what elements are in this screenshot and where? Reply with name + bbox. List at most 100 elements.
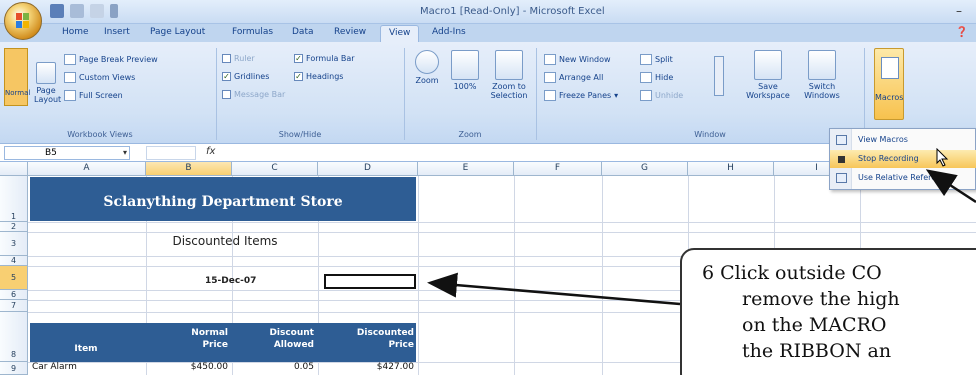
view-side-by-side-icon[interactable] — [714, 56, 724, 96]
table-cell-discount[interactable]: 0.05 — [236, 362, 314, 372]
page-break-label: Page Break Preview — [79, 55, 158, 64]
column-header[interactable]: F — [514, 162, 602, 176]
page-break-preview-button[interactable]: Page Break Preview — [64, 54, 158, 65]
menu-item-view-macros[interactable]: View Macros — [830, 131, 976, 149]
date-cell[interactable]: 15-Dec-07 — [205, 276, 256, 286]
split-icon — [640, 54, 652, 65]
switch-windows-button[interactable]: Switch Windows — [800, 50, 844, 100]
full-screen-icon — [64, 90, 76, 101]
callout-line-1: 6 Click outside CO — [702, 262, 882, 284]
discount-allowed-header-line1: Discount — [269, 328, 314, 338]
page-layout-view-button[interactable]: Page Layout — [34, 62, 61, 104]
switch-windows-icon — [808, 50, 836, 80]
tab-page-layout[interactable]: Page Layout — [150, 27, 205, 37]
mouse-pointer-icon — [936, 148, 949, 167]
store-name-banner: Sclanything Department Store — [30, 177, 416, 221]
row-header[interactable]: 9 — [0, 362, 28, 375]
freeze-panes-icon — [544, 90, 556, 101]
row-header[interactable]: 4 — [0, 256, 28, 266]
tab-add-ins[interactable]: Add-Ins — [432, 27, 466, 37]
message-bar-checkbox[interactable]: Message Bar — [222, 90, 285, 99]
new-window-icon — [544, 54, 556, 65]
full-screen-button[interactable]: Full Screen — [64, 90, 123, 101]
macros-dropdown-menu: View Macros Stop Recording Use Relative … — [829, 128, 976, 190]
gridlines-label: Gridlines — [234, 72, 270, 81]
message-bar-label: Message Bar — [234, 90, 286, 99]
help-icon[interactable]: ❓ — [956, 27, 968, 38]
unhide-icon — [640, 90, 652, 101]
minimize-icon[interactable]: – — [956, 4, 962, 18]
row-header[interactable]: 2 — [0, 222, 28, 232]
formula-bar-label: Formula Bar — [306, 54, 355, 63]
custom-views-label: Custom Views — [79, 73, 136, 82]
table-cell-normal-price[interactable]: $450.00 — [150, 362, 228, 372]
custom-views-button[interactable]: Custom Views — [64, 72, 135, 83]
customize-qat-icon[interactable] — [110, 4, 118, 18]
column-header[interactable]: A — [28, 162, 146, 176]
column-header[interactable]: H — [688, 162, 774, 176]
zoom-100-button[interactable]: 100% — [448, 50, 482, 91]
column-header[interactable]: C — [232, 162, 318, 176]
macros-button[interactable]: Macros — [874, 48, 904, 120]
tab-review[interactable]: Review — [334, 27, 366, 37]
gridline — [418, 176, 419, 375]
page-layout-icon — [36, 62, 56, 84]
tab-view[interactable]: View — [380, 25, 420, 42]
menu-item-relative-references[interactable]: Use Relative References — [830, 169, 976, 187]
group-separator — [864, 48, 865, 140]
normal-view-button[interactable]: Normal — [4, 48, 31, 106]
column-header[interactable]: E — [418, 162, 514, 176]
switch-windows-label: Switch Windows — [804, 82, 840, 100]
formula-bar-checkbox[interactable]: ✓ Formula Bar — [294, 54, 355, 63]
gridlines-checkbox[interactable]: ✓ Gridlines — [222, 72, 269, 81]
save-workspace-button[interactable]: Save Workspace — [746, 50, 790, 100]
column-header[interactable]: D — [318, 162, 418, 176]
undo-icon[interactable] — [70, 4, 84, 18]
callout-line-4: the RIBBON an — [742, 340, 892, 362]
fx-icon[interactable]: fx — [206, 146, 215, 157]
zoom-100-label: 100% — [453, 82, 477, 91]
select-all-corner[interactable] — [0, 162, 28, 176]
redo-icon[interactable] — [90, 4, 104, 18]
chevron-down-icon: ▾ — [122, 148, 127, 157]
stop-recording-icon — [838, 156, 845, 163]
unhide-button[interactable]: Unhide — [640, 90, 683, 101]
zoom-to-selection-button[interactable]: Zoom to Selection — [488, 50, 530, 100]
new-window-button[interactable]: New Window — [544, 54, 611, 65]
save-icon[interactable] — [50, 4, 64, 18]
normal-view-label: Normal — [5, 89, 31, 97]
row-header[interactable]: 8 — [0, 312, 28, 362]
ruler-checkbox[interactable]: Ruler — [222, 54, 255, 63]
name-box[interactable]: B5 ▾ — [4, 146, 130, 160]
table-cell-item[interactable]: Car Alarm — [32, 362, 77, 372]
window-title: Macro1 [Read-Only] - Microsoft Excel — [420, 6, 605, 17]
column-header[interactable]: B — [146, 162, 232, 176]
freeze-panes-button[interactable]: Freeze Panes ▾ — [544, 90, 618, 101]
tab-home[interactable]: Home — [62, 27, 89, 37]
split-button[interactable]: Split — [640, 54, 673, 65]
zoom-button[interactable]: Zoom — [410, 50, 444, 85]
hide-button[interactable]: Hide — [640, 72, 673, 83]
macros-label: Macros — [875, 93, 904, 102]
tab-formulas[interactable]: Formulas — [232, 27, 273, 37]
column-header[interactable]: G — [602, 162, 688, 176]
headings-label: Headings — [306, 72, 344, 81]
office-button[interactable] — [4, 2, 42, 40]
row-header[interactable]: 5 — [0, 266, 28, 290]
callout-line-3: on the MACRO — [742, 314, 887, 336]
active-cell[interactable] — [324, 274, 416, 289]
table-cell-discounted[interactable]: $427.00 — [322, 362, 414, 372]
tab-data[interactable]: Data — [292, 27, 314, 37]
tab-insert[interactable]: Insert — [104, 27, 130, 37]
row-header[interactable]: 7 — [0, 300, 28, 312]
message-bar-check-icon — [222, 90, 231, 99]
menu-item-stop-recording[interactable]: Stop Recording — [830, 150, 976, 168]
gridline — [602, 176, 603, 375]
headings-checkbox[interactable]: ✓ Headings — [294, 72, 343, 81]
arrange-all-button[interactable]: Arrange All — [544, 72, 603, 83]
hide-label: Hide — [655, 73, 674, 82]
row-header[interactable]: 1 — [0, 176, 28, 222]
row-header[interactable]: 3 — [0, 232, 28, 256]
save-workspace-icon — [754, 50, 782, 80]
row-header[interactable]: 6 — [0, 290, 28, 300]
